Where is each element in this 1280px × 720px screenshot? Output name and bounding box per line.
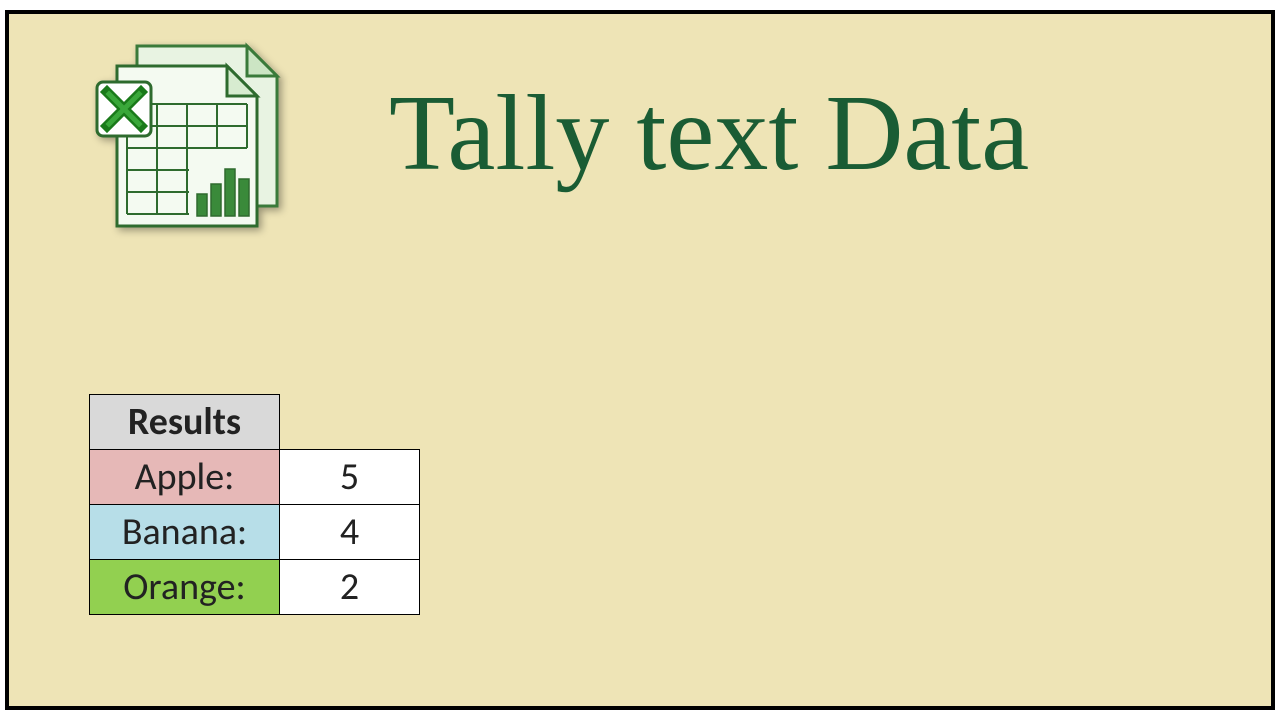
- results-header-cell: Results: [90, 395, 280, 450]
- empty-header-cell: [280, 395, 420, 450]
- excel-icon: [79, 34, 299, 234]
- table-row: Apple: 5: [90, 450, 420, 505]
- header: Tally text Data: [79, 34, 1029, 234]
- row-label-banana: Banana:: [90, 505, 280, 560]
- row-value-apple: 5: [280, 450, 420, 505]
- table-row: Orange: 2: [90, 560, 420, 615]
- results-table: Results Apple: 5 Banana: 4 Orange: 2: [89, 394, 420, 615]
- page-title: Tally text Data: [389, 72, 1029, 196]
- row-label-orange: Orange:: [90, 560, 280, 615]
- row-label-apple: Apple:: [90, 450, 280, 505]
- row-value-orange: 2: [280, 560, 420, 615]
- content-frame: Tally text Data Results Apple: 5 Banana:…: [5, 10, 1275, 710]
- row-value-banana: 4: [280, 505, 420, 560]
- table-row: Banana: 4: [90, 505, 420, 560]
